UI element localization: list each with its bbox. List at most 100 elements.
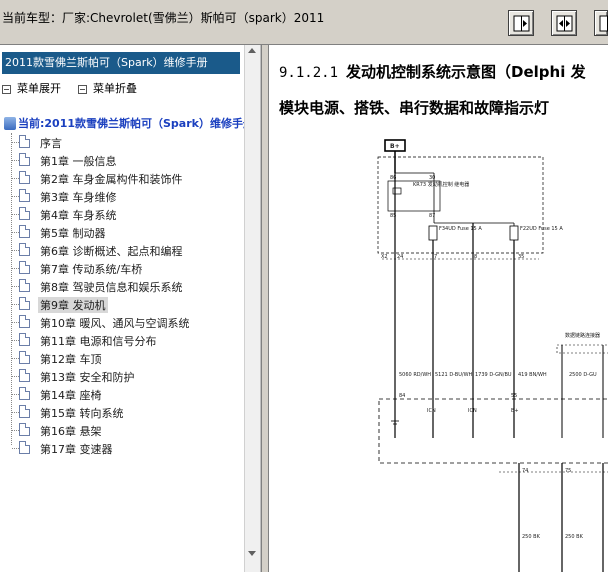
document-icon [19,279,30,292]
wire-label-3: 1739 D-GN/BU [475,372,512,378]
tree-connector [11,133,12,445]
pin-24: 24 [397,254,403,260]
ecm-module-frame [378,398,608,464]
tree-connector [12,394,19,395]
tree-connector [12,358,19,359]
document-icon [19,351,30,364]
collapse-label: 菜单折叠 [93,82,137,95]
tree-connector [12,268,19,269]
next-button[interactable] [594,10,608,36]
tree-connector [12,304,19,305]
document-icon [19,243,30,256]
document-icon [19,387,30,400]
section-subtitle: 模块电源、搭铁、串行数据和故障指示灯 [279,99,550,117]
pin-7: 7 [434,254,437,260]
document-icon [19,333,30,346]
sidebar: 2011款雪佛兰斯帕可（Spark）维修手册 菜单展开 菜单折叠 当前:2011… [0,45,261,572]
tree-item-label: 序言 [40,137,62,150]
ecm-pin-55: 55 [511,393,517,399]
tree-item-label: 第10章 暖风、通风与空调系统 [40,317,190,330]
tree-connector [12,160,19,161]
tree-connector [12,322,19,323]
expand-menu-button[interactable]: 菜单展开 [2,80,61,96]
wire-label-5: 2500 D-GU [569,372,597,378]
tree-item-label: 第9章 发动机 [38,297,108,313]
prev-icon [513,15,530,32]
tree-connector [12,376,19,377]
pane-splitter[interactable] [261,45,269,572]
tree-item-label: 第4章 车身系统 [40,209,117,222]
tree-connector [12,412,19,413]
document-icon [19,369,30,382]
pin-8: 8 [474,254,477,260]
tree-connector [12,196,19,197]
document-icon [19,261,30,274]
tree-connector [12,232,19,233]
tree-item-label: 第11章 电源和信号分布 [40,335,157,348]
prev-button[interactable] [508,10,534,36]
document-icon [19,405,30,418]
dlc-frame [556,344,608,354]
tree-connector [12,340,19,341]
tree-connector [12,430,19,431]
collapse-menu-button[interactable]: 菜单折叠 [78,80,137,96]
tree-item-label: 第6章 诊断概述、起点和编程 [40,245,183,258]
tree-connector [12,286,19,287]
document-icon [19,207,30,220]
tree-root[interactable]: 当前:2011款雪佛兰斯帕可（Spark）维修手册 [4,115,254,131]
wiring-diagram: B+ KR73 发动机控制 继电器 86 30 85 87 F34UD Fuse… [377,139,608,572]
lower-pin-74: 74 [522,468,528,474]
next-icon [599,15,608,32]
relay-label: KR73 发动机控制 继电器 [413,181,469,188]
section-number: 9.1.2.1 [279,65,339,81]
tree-item-label: 第8章 驾驶员信息和娱乐系统 [40,281,183,294]
document-icon [19,135,30,148]
document-icon [19,315,30,328]
split-view-icon [556,15,573,32]
tree-connector [12,250,19,251]
document-icon [19,297,30,310]
tree-item-label: 第2章 车身金属构件和装饰件 [40,173,183,186]
lower-wire-label-2: 250 BK [565,534,584,540]
relay-pin-30: 30 [429,175,435,181]
wire-label-4: 419 BN/WH [518,372,547,378]
split-view-button[interactable] [551,10,577,36]
tree-item-label: 第13章 安全和防护 [40,371,135,384]
tree-item-label: 第1章 一般信息 [40,155,117,168]
wire-label-2: 5121 D-BU/WH [435,372,473,378]
ecm-pin-84: 84 [399,393,405,399]
document-icon [19,153,30,166]
tree-item-label: 第17章 变速器 [40,443,113,456]
tree-connector [12,178,19,179]
tree-connector [12,142,19,143]
expand-icon [2,84,11,94]
tree-connector [12,214,19,215]
fuse-right-label: F22UD Fuse 15 A [520,226,563,232]
document-icon [19,441,30,454]
section-title: 9.1.2.1 发动机控制系统示意图（Delphi 发 [279,61,586,82]
book-icon [4,116,16,130]
lower-wire-label-1: 250 BK [522,534,541,540]
tree-item-label: 第15章 转向系统 [40,407,124,420]
tree-item-label: 第7章 传动系统/车桥 [40,263,143,276]
scroll-down-icon[interactable] [248,551,256,556]
ecm-pin-bplus: B+ [511,408,519,414]
expand-label: 菜单展开 [17,82,61,95]
relay-coil [392,187,402,195]
manual-title[interactable]: 2011款雪佛兰斯帕可（Spark）维修手册 [2,52,240,74]
relay-pin-87: 87 [429,213,435,219]
scroll-up-icon[interactable] [248,48,256,53]
fuse-left-label: F34UD Fuse 15 A [439,226,482,232]
battery-label: B+ [390,143,400,150]
tree-item-label: 第12章 车顶 [40,353,102,366]
fuse-right [509,225,519,241]
content-pane: 9.1.2.1 发动机控制系统示意图（Delphi 发 模块电源、搭铁、串行数据和… [269,45,608,572]
collapse-icon [78,84,87,94]
tree-item-label: 第16章 悬架 [40,425,102,438]
wire-label-1: 5060 RD/WH [399,372,431,378]
tree-connector [12,448,19,449]
ecm-pin-icn-1: ICN [427,408,436,414]
sidebar-scrollbar[interactable] [244,45,260,572]
document-icon [19,189,30,202]
window-title: 当前车型：厂家:Chevrolet(雪佛兰）斯帕可（spark）2011 [2,11,325,25]
